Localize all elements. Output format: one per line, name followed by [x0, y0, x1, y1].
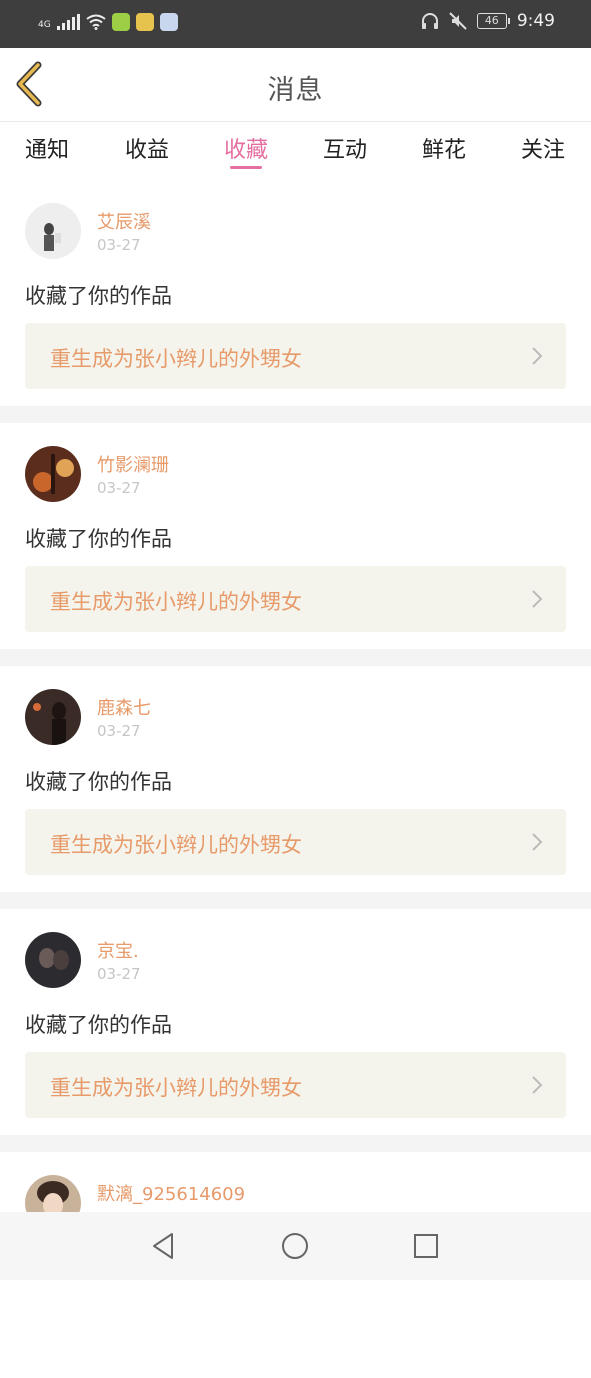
clock: 9:49 [516, 11, 555, 31]
avatar-image [25, 203, 81, 259]
wifi-icon [86, 14, 106, 30]
tab-flowers[interactable]: 鲜花 [414, 132, 474, 164]
message-action: 收藏了你的作品 [25, 1013, 172, 1037]
work-title: 重生成为张小辫儿的外甥女 [50, 590, 302, 614]
status-right: 46 9:49 [421, 11, 555, 31]
headset-icon [421, 13, 438, 29]
chevron-right-icon [532, 347, 543, 365]
home-circle-icon[interactable] [279, 1230, 311, 1262]
tab-bar: 通知 收益 收藏 互动 鲜花 关注 [0, 122, 591, 180]
work-title: 重生成为张小辫儿的外甥女 [50, 1076, 302, 1100]
message-action: 收藏了你的作品 [25, 527, 172, 551]
message-date: 03-27 [97, 236, 141, 254]
message-date: 03-27 [97, 965, 141, 983]
username[interactable]: 鹿森七 [97, 694, 151, 720]
status-bar: 4G 46 9:49 [0, 0, 591, 48]
app-icon-2 [135, 12, 154, 31]
message-card: 京宝. 03-27 收藏了你的作品 重生成为张小辫儿的外甥女 [0, 909, 591, 1135]
divider [0, 649, 591, 666]
chevron-right-icon [532, 1076, 543, 1094]
avatar-image [25, 689, 81, 745]
page-title: 消息 [267, 75, 324, 106]
tab-earnings[interactable]: 收益 [117, 132, 177, 164]
avatar-image [25, 446, 81, 502]
divider [0, 892, 591, 909]
work-link[interactable]: 重生成为张小辫儿的外甥女 [25, 566, 566, 632]
avatar[interactable] [25, 203, 81, 259]
tab-follows[interactable]: 关注 [513, 132, 573, 164]
app-icon-3 [159, 12, 178, 31]
divider [0, 1135, 591, 1152]
recents-square-icon[interactable] [410, 1230, 442, 1262]
avatar-image [25, 932, 81, 988]
network-type: 4G [38, 12, 51, 31]
system-nav-bar [0, 1212, 591, 1280]
tab-notifications[interactable]: 通知 [17, 132, 77, 164]
app-icon-1 [111, 12, 130, 31]
username[interactable]: 默漓_925614609 [97, 1180, 245, 1206]
message-card: 竹影澜珊 03-27 收藏了你的作品 重生成为张小辫儿的外甥女 [0, 423, 591, 649]
active-tab-indicator [230, 166, 262, 169]
message-date: 03-27 [97, 722, 141, 740]
divider [0, 406, 591, 423]
signal-icon [56, 13, 80, 30]
avatar[interactable] [25, 446, 81, 502]
battery-icon: 46 [476, 13, 510, 29]
mute-icon [449, 12, 467, 30]
message-card: 鹿森七 03-27 收藏了你的作品 重生成为张小辫儿的外甥女 [0, 666, 591, 892]
work-link[interactable]: 重生成为张小辫儿的外甥女 [25, 809, 566, 875]
message-card: 艾辰溪 03-27 收藏了你的作品 重生成为张小辫儿的外甥女 [0, 180, 591, 406]
message-action: 收藏了你的作品 [25, 284, 172, 308]
tab-interactions[interactable]: 互动 [315, 132, 375, 164]
tab-favorites[interactable]: 收藏 [216, 132, 276, 164]
work-link[interactable]: 重生成为张小辫儿的外甥女 [25, 323, 566, 389]
back-triangle-icon[interactable] [148, 1230, 180, 1262]
avatar[interactable] [25, 689, 81, 745]
message-date: 03-27 [97, 479, 141, 497]
username[interactable]: 艾辰溪 [97, 208, 151, 234]
chevron-right-icon [532, 833, 543, 851]
app-header: 消息 [0, 48, 591, 122]
chevron-right-icon [532, 590, 543, 608]
work-title: 重生成为张小辫儿的外甥女 [50, 833, 302, 857]
status-left: 4G [38, 12, 178, 31]
username[interactable]: 竹影澜珊 [97, 451, 169, 477]
work-title: 重生成为张小辫儿的外甥女 [50, 347, 302, 371]
network-label: 4G [38, 20, 51, 30]
avatar[interactable] [25, 932, 81, 988]
username[interactable]: 京宝. [97, 937, 139, 963]
message-action: 收藏了你的作品 [25, 770, 172, 794]
work-link[interactable]: 重生成为张小辫儿的外甥女 [25, 1052, 566, 1118]
